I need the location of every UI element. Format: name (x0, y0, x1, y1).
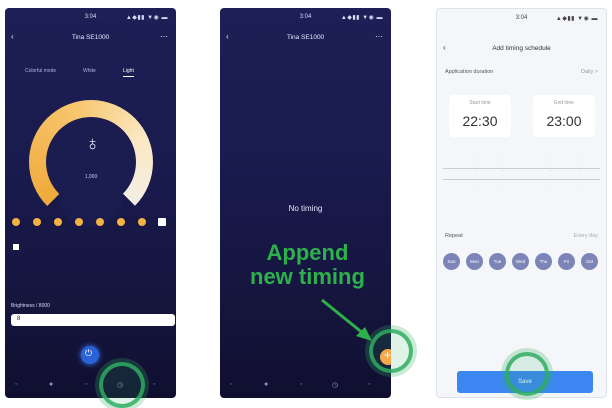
end-time-value: 23:00 (546, 113, 582, 129)
timer-icon[interactable]: ◷ (332, 381, 338, 389)
picker-column[interactable]: · · ·· · · (465, 149, 485, 194)
device-title: Tina SE1000 (71, 34, 110, 41)
weekday-selector: Sun Mon Tue Wed Thu Fri Sat (443, 253, 603, 271)
day-toggle[interactable]: Sun (443, 253, 460, 270)
preset-dot[interactable] (54, 218, 62, 226)
music-icon[interactable]: ● (49, 381, 53, 388)
start-time-box[interactable]: Start time 22:30 (449, 95, 511, 137)
more-icon[interactable]: ⋯ (375, 32, 383, 41)
annotation-line-2: new timing (250, 264, 365, 289)
status-icons: ▲◆▮▮ ▼◉ ▬ (555, 16, 598, 22)
brightness-label: Brightness / 8000 (11, 303, 50, 309)
nav-bar: ‹ Tina SE1000 ⋯ (5, 30, 176, 46)
preset-dot[interactable] (117, 218, 125, 226)
repeat-label: Repeat (445, 233, 463, 239)
bottom-toolbar: ◦ ● ◦ ◷ ◦ (220, 378, 391, 394)
end-time-label: End time (554, 100, 574, 106)
application-label: Application duration (445, 69, 494, 75)
page-title: Add timing schedule (492, 45, 551, 52)
day-toggle[interactable]: Thu (535, 253, 552, 270)
white-checkbox[interactable] (13, 244, 19, 250)
bulb-icon: ♁ (85, 133, 100, 155)
preset-dot[interactable] (75, 218, 83, 226)
status-icons: ▲◆▮▮ ▼◉ ▬ (340, 15, 383, 21)
application-value: Daily > (581, 69, 598, 75)
status-bar: 3:04 ▲◆▮▮ ▼◉ ▬ (5, 12, 176, 24)
repeat-value: Every day (573, 233, 598, 239)
annotation-line-1: Append (266, 240, 349, 265)
preset-dot[interactable] (12, 218, 20, 226)
day-toggle[interactable]: Mon (466, 253, 483, 270)
device-title: Tina SE1000 (286, 34, 325, 41)
picker-column[interactable]: · · ·· · · (541, 149, 561, 194)
picker-column[interactable]: · · ·· · · (569, 149, 589, 194)
status-bar: 3:04 ▲◆▮▮ ▼◉ ▬ (437, 13, 606, 25)
power-button[interactable] (81, 346, 99, 364)
day-toggle[interactable]: Sat (581, 253, 598, 270)
preset-dot[interactable] (33, 218, 41, 226)
save-button-highlight (505, 352, 549, 396)
settings-icon[interactable]: ◦ (153, 381, 155, 388)
nav-bar: ‹ Tina SE1000 ⋯ (220, 30, 391, 46)
day-toggle[interactable]: Fri (558, 253, 575, 270)
picker-column[interactable]: · · ·· · · (493, 149, 513, 194)
preset-dot[interactable] (138, 218, 146, 226)
day-toggle[interactable]: Wed (512, 253, 529, 270)
color-presets (12, 218, 166, 226)
mode-icon[interactable]: ◦ (300, 381, 302, 388)
start-time-label: Start time (469, 100, 491, 106)
tab-colorful[interactable]: Colorful mode (25, 68, 56, 74)
brightness-dial[interactable]: ♁ 1,000 (29, 100, 153, 226)
add-timing-screen: 3:04 ▲◆▮▮ ▼◉ ▬ ‹ Add timing schedule App… (436, 8, 607, 398)
end-time-box[interactable]: End time 23:00 (533, 95, 595, 137)
preset-dot[interactable] (96, 218, 104, 226)
empty-state-text: No timing (288, 204, 323, 213)
light-control-screen: 3:04 ▲◆▮▮ ▼◉ ▬ ‹ Tina SE1000 ⋯ Colorful … (5, 8, 176, 398)
day-toggle[interactable]: Tue (489, 253, 506, 270)
scene-icon[interactable]: ◦ (230, 381, 232, 388)
tab-white[interactable]: White (83, 68, 96, 74)
annotation-arrow (321, 298, 372, 341)
mode-icon[interactable]: ◦ (85, 381, 87, 388)
application-duration-row[interactable]: Application duration Daily > (445, 69, 598, 75)
music-icon[interactable]: ● (264, 381, 268, 388)
repeat-row[interactable]: Repeat Every day (445, 233, 598, 239)
brightness-slider[interactable]: 8 (11, 314, 175, 326)
preset-dot-white[interactable] (158, 218, 166, 226)
timer-tab-highlight (99, 362, 145, 408)
more-icon[interactable]: ⋯ (160, 32, 168, 41)
status-bar: 3:04 ▲◆▮▮ ▼◉ ▬ (220, 12, 391, 24)
status-icons: ▲◆▮▮ ▼◉ ▬ (125, 15, 168, 21)
scene-icon[interactable]: ◦ (15, 381, 17, 388)
brightness-value: 8 (17, 316, 21, 322)
settings-icon[interactable]: ◦ (368, 381, 370, 388)
add-timing-button[interactable] (380, 348, 391, 365)
annotation-text: Append new timing (250, 241, 365, 289)
dial-value: 1,000 (84, 174, 98, 180)
bottom-toolbar: ◦ ● ◦ ◷ ◦ (5, 378, 176, 394)
time-picker[interactable]: · · ·· · · · · ·· · · · · ·· · · · · ·· · · (443, 149, 600, 201)
start-time-value: 22:30 (462, 113, 498, 129)
mode-tabs: Colorful mode White Light (25, 68, 156, 80)
tab-light[interactable]: Light (123, 68, 134, 77)
